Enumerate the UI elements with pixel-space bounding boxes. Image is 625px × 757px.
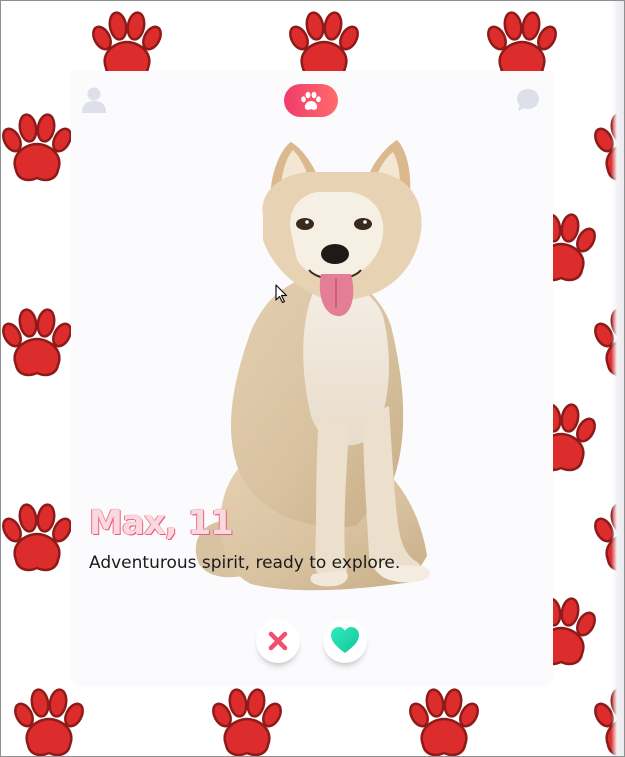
top-navigation-bar <box>71 71 553 129</box>
dislike-button[interactable] <box>256 619 300 663</box>
pet-bio: Adventurous spirit, ready to explore. <box>89 553 401 573</box>
scrollbar-track[interactable] <box>611 0 625 757</box>
chat-bubble-icon[interactable] <box>515 87 541 113</box>
paw-icon <box>301 91 321 110</box>
app-card: Max, 11 Adventurous spirit, ready to exp… <box>71 71 553 687</box>
pet-name-age: Max, 11 <box>89 503 234 543</box>
user-icon[interactable] <box>81 86 107 114</box>
paw-tab-button[interactable] <box>284 84 338 117</box>
heart-icon <box>331 627 359 653</box>
like-button[interactable] <box>323 619 367 663</box>
mouse-cursor-icon <box>275 284 288 304</box>
x-icon <box>268 631 288 651</box>
